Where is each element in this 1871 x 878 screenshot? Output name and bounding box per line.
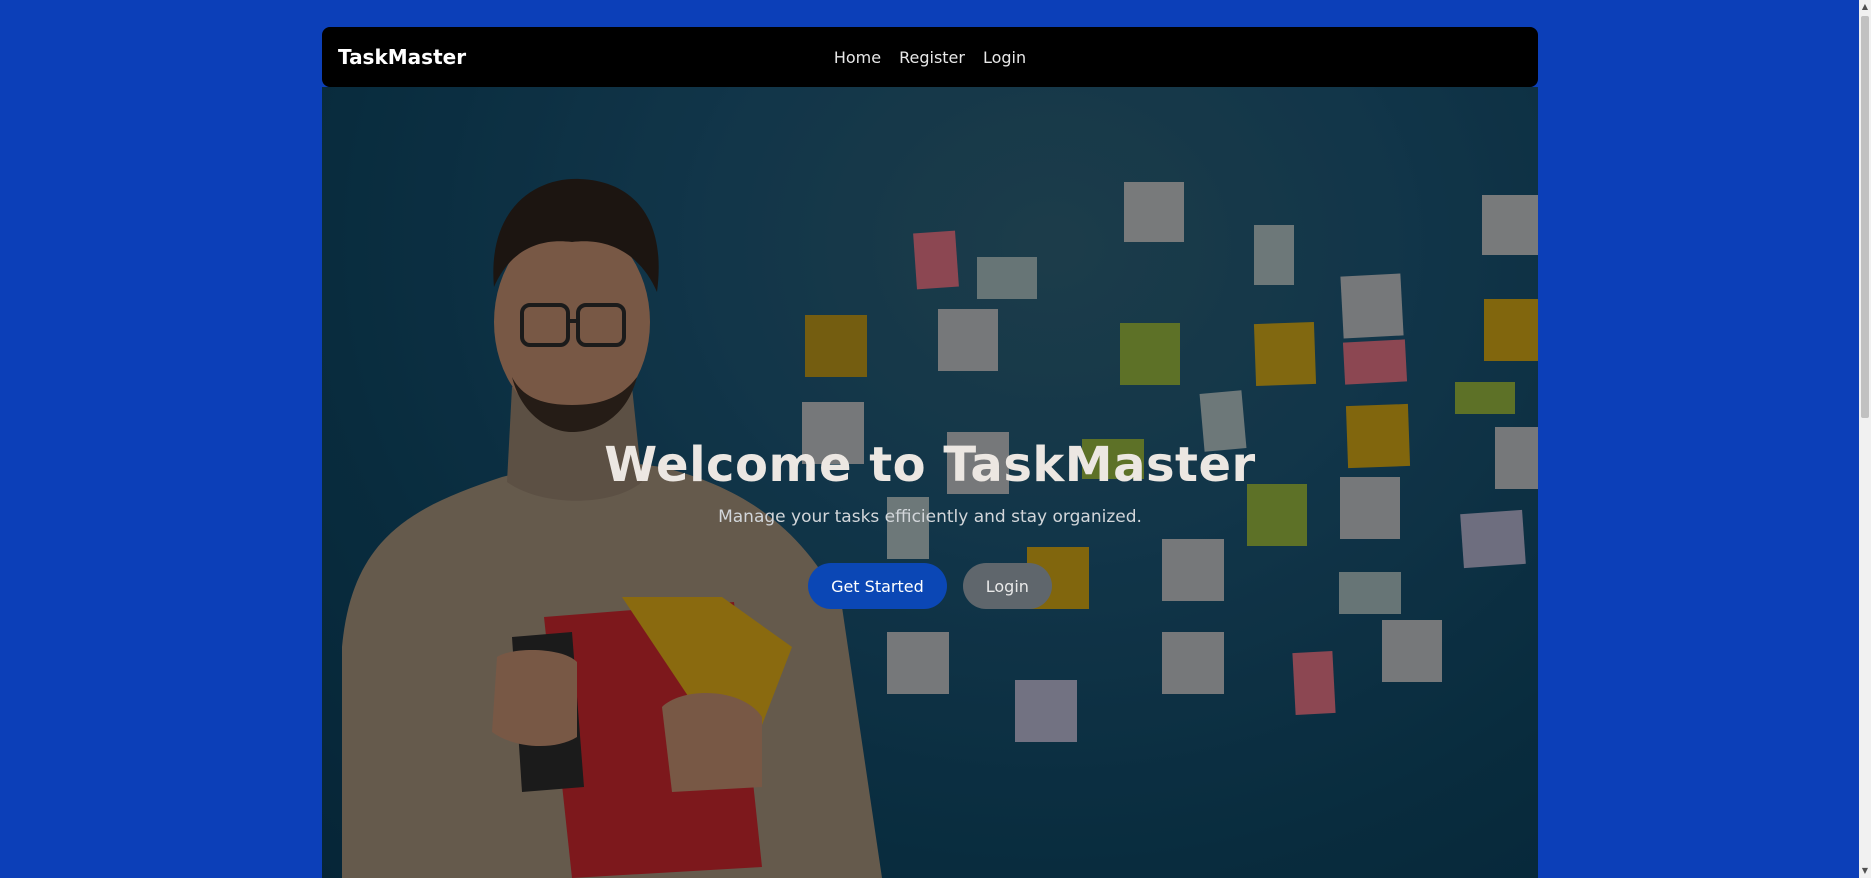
main-container: TaskMaster Home Register Login Welcome t… <box>322 27 1538 878</box>
hero-subtitle: Manage your tasks efficiently and stay o… <box>718 507 1142 527</box>
scroll-thumb[interactable] <box>1861 16 1869 418</box>
nav-links: Home Register Login <box>322 27 1538 87</box>
hero-title: Welcome to TaskMaster <box>604 437 1256 493</box>
hero-section: Welcome to TaskMaster Manage your tasks … <box>322 87 1538 878</box>
vertical-scrollbar[interactable]: ▲ ▼ <box>1859 0 1871 878</box>
nav-link-login[interactable]: Login <box>981 48 1028 67</box>
login-button[interactable]: Login <box>962 563 1052 609</box>
nav-link-home[interactable]: Home <box>832 48 883 67</box>
get-started-button[interactable]: Get Started <box>808 563 947 609</box>
scroll-up-icon[interactable]: ▲ <box>1859 0 1871 14</box>
page: TaskMaster Home Register Login Welcome t… <box>0 0 1871 878</box>
scroll-down-icon[interactable]: ▼ <box>1859 864 1871 878</box>
nav-link-register[interactable]: Register <box>897 48 967 67</box>
navbar: TaskMaster Home Register Login <box>322 27 1538 87</box>
hero-content: Welcome to TaskMaster Manage your tasks … <box>322 437 1538 609</box>
hero-buttons: Get Started Login <box>322 563 1538 609</box>
